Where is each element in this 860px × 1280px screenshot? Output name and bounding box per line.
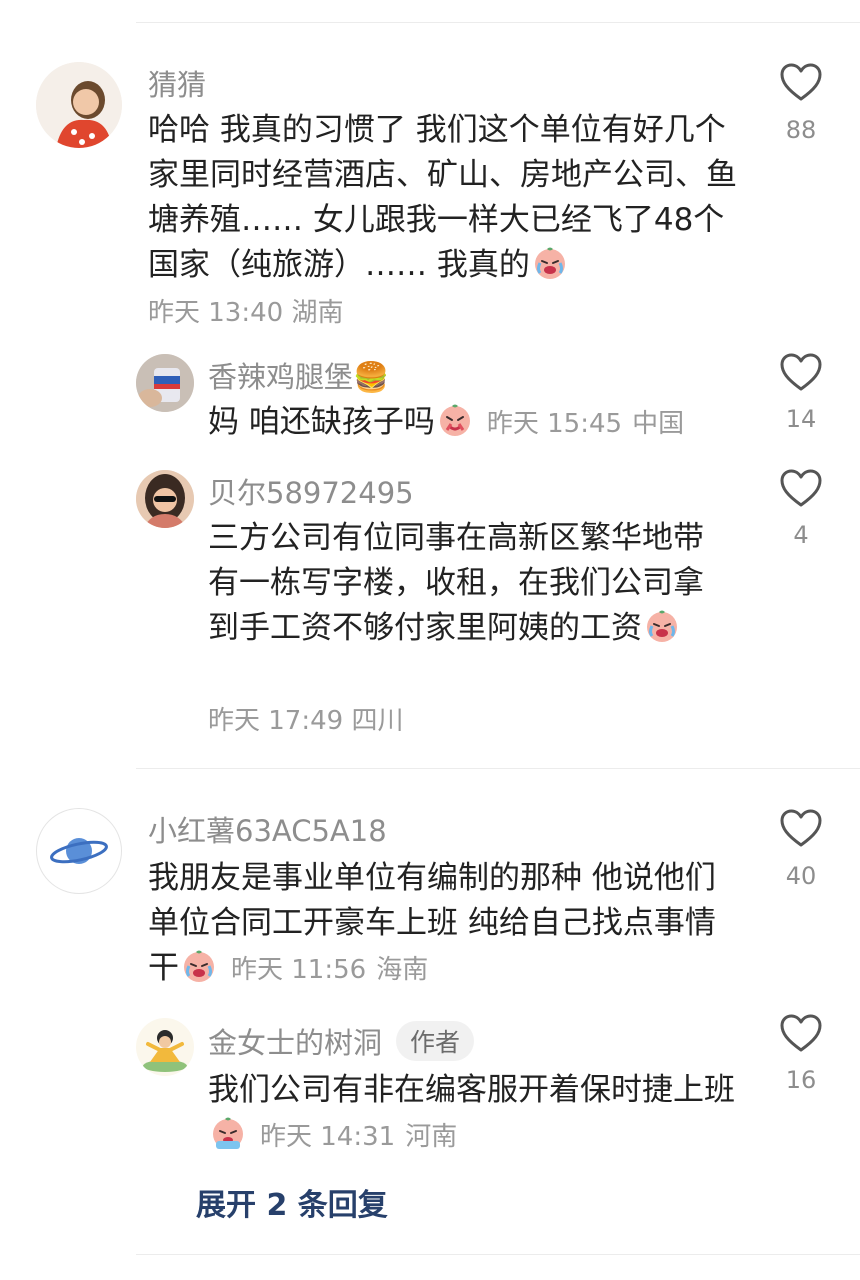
- comment-time: 昨天 11:56: [231, 955, 367, 985]
- comment-text: 哈哈 我真的习惯了 我们这个单位有好几个家里同时经营酒店、矿山、房地产公司、鱼塘…: [148, 108, 738, 288]
- comment-username[interactable]: 小红薯63AC5A18: [148, 808, 387, 850]
- avatar-image: [136, 1018, 194, 1076]
- reply-username: 金女士的树洞 作者: [208, 1020, 475, 1062]
- crying-emoji-icon: [213, 1117, 243, 1149]
- comment-location: 海南: [376, 955, 429, 985]
- heart-outline-icon: [780, 469, 822, 507]
- planet-avatar-icon: [50, 838, 108, 864]
- top-divider: [136, 22, 860, 23]
- like-button[interactable]: [779, 808, 823, 848]
- like-count: 14: [785, 405, 817, 433]
- reply-text: 我们公司有非在编客服开着保时捷上班 昨天 14:31 河南: [208, 1068, 748, 1160]
- heart-outline-icon: [780, 353, 822, 391]
- reply-location: 中国: [632, 409, 685, 439]
- reply-time: 昨天 17:49: [208, 706, 344, 736]
- reply-location: 四川: [351, 706, 404, 736]
- like-button[interactable]: [779, 62, 823, 102]
- reply-text: 三方公司有位同事在高新区繁华地带有一栋写字楼，收租，在我们公司拿到手工资不够付家…: [208, 516, 718, 651]
- reply-time: 昨天 14:31: [260, 1122, 396, 1152]
- reply-text-content: 我们公司有非在编客服开着保时捷上班: [208, 1072, 735, 1108]
- heart-outline-icon: [780, 809, 822, 847]
- avatar[interactable]: [136, 354, 194, 412]
- crying-laugh-emoji-icon: [534, 247, 565, 279]
- reply-text-content: 妈 咱还缺孩子吗: [208, 404, 435, 440]
- comment-username[interactable]: 猜猜: [148, 62, 206, 104]
- thread-divider: [136, 768, 860, 769]
- bottom-divider: [136, 1254, 860, 1255]
- avatar[interactable]: [36, 62, 122, 148]
- author-badge: 作者: [396, 1021, 475, 1061]
- avatar-image: [136, 354, 194, 412]
- reply-username-text[interactable]: 金女士的树洞: [208, 1026, 382, 1060]
- avatar[interactable]: [36, 808, 122, 894]
- reply-meta: 昨天 17:49 四川: [208, 700, 403, 737]
- like-count: 4: [793, 521, 809, 549]
- like-button[interactable]: [779, 468, 823, 508]
- like-count: 40: [785, 862, 817, 890]
- like-button[interactable]: [779, 352, 823, 392]
- heart-outline-icon: [780, 1014, 822, 1052]
- comment-location: 湖南: [291, 298, 344, 328]
- like-count: 16: [785, 1066, 817, 1094]
- reply-location: 河南: [405, 1122, 458, 1152]
- comment-time: 昨天 13:40: [148, 298, 284, 328]
- reply-text-content: 三方公司有位同事在高新区繁华地带有一栋写字楼，收租，在我们公司拿到手工资不够付家…: [208, 520, 704, 646]
- expand-replies-link[interactable]: 展开 2 条回复: [196, 1180, 388, 1224]
- heart-outline-icon: [780, 63, 822, 101]
- pleading-emoji-icon: [439, 404, 470, 436]
- reply-username[interactable]: 贝尔58972495: [208, 470, 414, 512]
- like-button[interactable]: [779, 1013, 823, 1053]
- avatar-image: [136, 470, 194, 528]
- like-count: 88: [785, 116, 817, 144]
- reply-text: 妈 咱还缺孩子吗 昨天 15:45 中国: [208, 400, 748, 447]
- crying-laugh-emoji-icon: [647, 610, 677, 642]
- avatar[interactable]: [136, 470, 194, 528]
- crying-laugh-emoji-icon: [184, 950, 214, 982]
- avatar-image: [36, 62, 122, 148]
- reply-time: 昨天 15:45: [486, 409, 623, 439]
- comment-text-content: 哈哈 我真的习惯了 我们这个单位有好几个家里同时经营酒店、矿山、房地产公司、鱼塘…: [148, 112, 737, 283]
- avatar[interactable]: [136, 1018, 194, 1076]
- comment-text: 我朋友是事业单位有编制的那种 他说他们单位合同工开豪车上班 纯给自己找点事情干 …: [148, 856, 733, 993]
- comment-meta: 昨天 13:40 湖南: [148, 292, 343, 329]
- reply-username[interactable]: 香辣鸡腿堡🍔: [208, 354, 389, 396]
